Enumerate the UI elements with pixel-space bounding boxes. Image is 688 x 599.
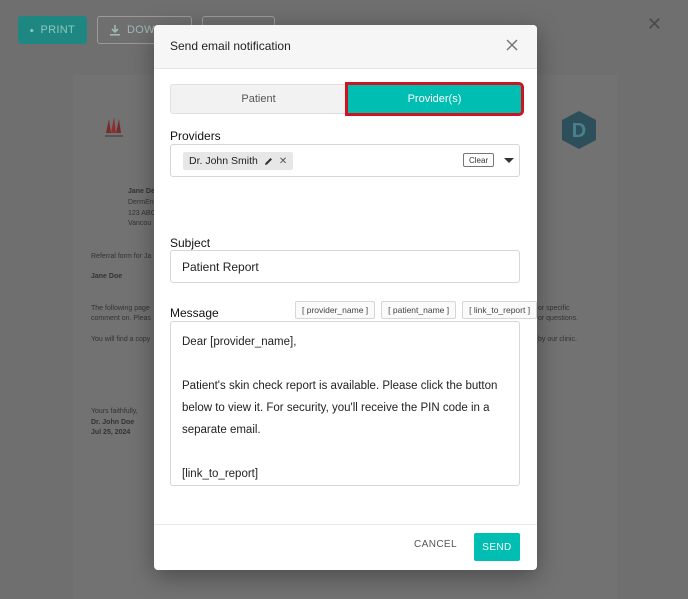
tab-patient[interactable]: Patient [170, 84, 347, 114]
print-label: PRINT [40, 24, 75, 36]
close-icon[interactable] [505, 38, 519, 52]
letter-body-line: The following page [91, 305, 150, 312]
svg-text:D: D [572, 120, 586, 142]
printer-icon [30, 28, 34, 32]
letter-body-line: comment on. Pleas [91, 315, 151, 322]
cancel-button[interactable]: CANCEL [414, 539, 457, 550]
letter-referral-line: Referral form for Ja [91, 253, 152, 260]
pencil-icon[interactable] [264, 157, 273, 166]
letter-body-line: or questions. [538, 315, 579, 322]
message-line: Patient's skin check report is available… [182, 380, 498, 392]
letter-sender-line: DermEn [128, 199, 154, 206]
letter-closing: Yours faithfully, [91, 408, 138, 415]
letter-sender-line: Vancou [128, 220, 152, 227]
subject-label: Subject [170, 236, 211, 250]
message-line [182, 353, 508, 375]
dialog-footer: CANCEL SEND [154, 524, 537, 570]
message-line: below to view it. For security, you'll r… [182, 402, 490, 414]
remove-chip-icon[interactable]: ✕ [279, 156, 287, 167]
print-button[interactable]: PRINT [18, 16, 87, 44]
viewer-close-icon[interactable]: ✕ [647, 14, 662, 35]
token-patient-name[interactable]: [ patient_name ] [381, 301, 457, 319]
dialog-title: Send email notification [170, 39, 291, 53]
dialog-header: Send email notification [154, 25, 537, 69]
providers-label: Providers [170, 129, 221, 143]
message-line [182, 441, 508, 463]
provider-chip: Dr. John Smith ✕ [183, 152, 294, 170]
letter-signer: Dr. John Doe [91, 419, 135, 426]
letter-body-line: or specific [538, 305, 570, 312]
message-label: Message [170, 306, 219, 320]
message-textarea[interactable]: Dear [provider_name], Patient's skin che… [170, 321, 520, 486]
letter-patient-name: Jane Doe [91, 273, 123, 280]
token-provider-name[interactable]: [ provider_name ] [295, 301, 376, 319]
brand-d-badge: D [562, 111, 596, 149]
chevron-down-icon[interactable] [504, 158, 514, 163]
message-line: [link_to_report] [182, 468, 259, 480]
tab-providers[interactable]: Provider(s) [345, 82, 524, 116]
letter-date: Jul 25, 2024 [91, 429, 131, 436]
clinic-logo [105, 117, 123, 137]
send-email-dialog: Send email notification Patient Provider… [154, 25, 538, 570]
recipient-tabs: Patient Provider(s) [170, 82, 524, 116]
letter-body-line: by our clinic. [538, 336, 577, 343]
letter-sender-name: Jane De [128, 188, 155, 195]
subject-input[interactable]: Patient Report [170, 250, 520, 283]
send-button[interactable]: SEND [474, 533, 520, 561]
letter-body-line: You will find a copy [91, 336, 151, 343]
template-tokens: [ provider_name ] [ patient_name ] [ lin… [295, 301, 538, 319]
clear-button[interactable]: Clear [463, 153, 495, 167]
token-link-to-report[interactable]: [ link_to_report ] [462, 301, 538, 319]
message-line: separate email. [182, 424, 261, 436]
download-icon [110, 24, 120, 36]
letter-sender-line: 123 ABC [128, 210, 156, 217]
message-line: Dear [provider_name], [182, 336, 297, 348]
provider-chip-label: Dr. John Smith [189, 155, 258, 167]
providers-select[interactable]: Dr. John Smith ✕ Clear [170, 144, 520, 177]
